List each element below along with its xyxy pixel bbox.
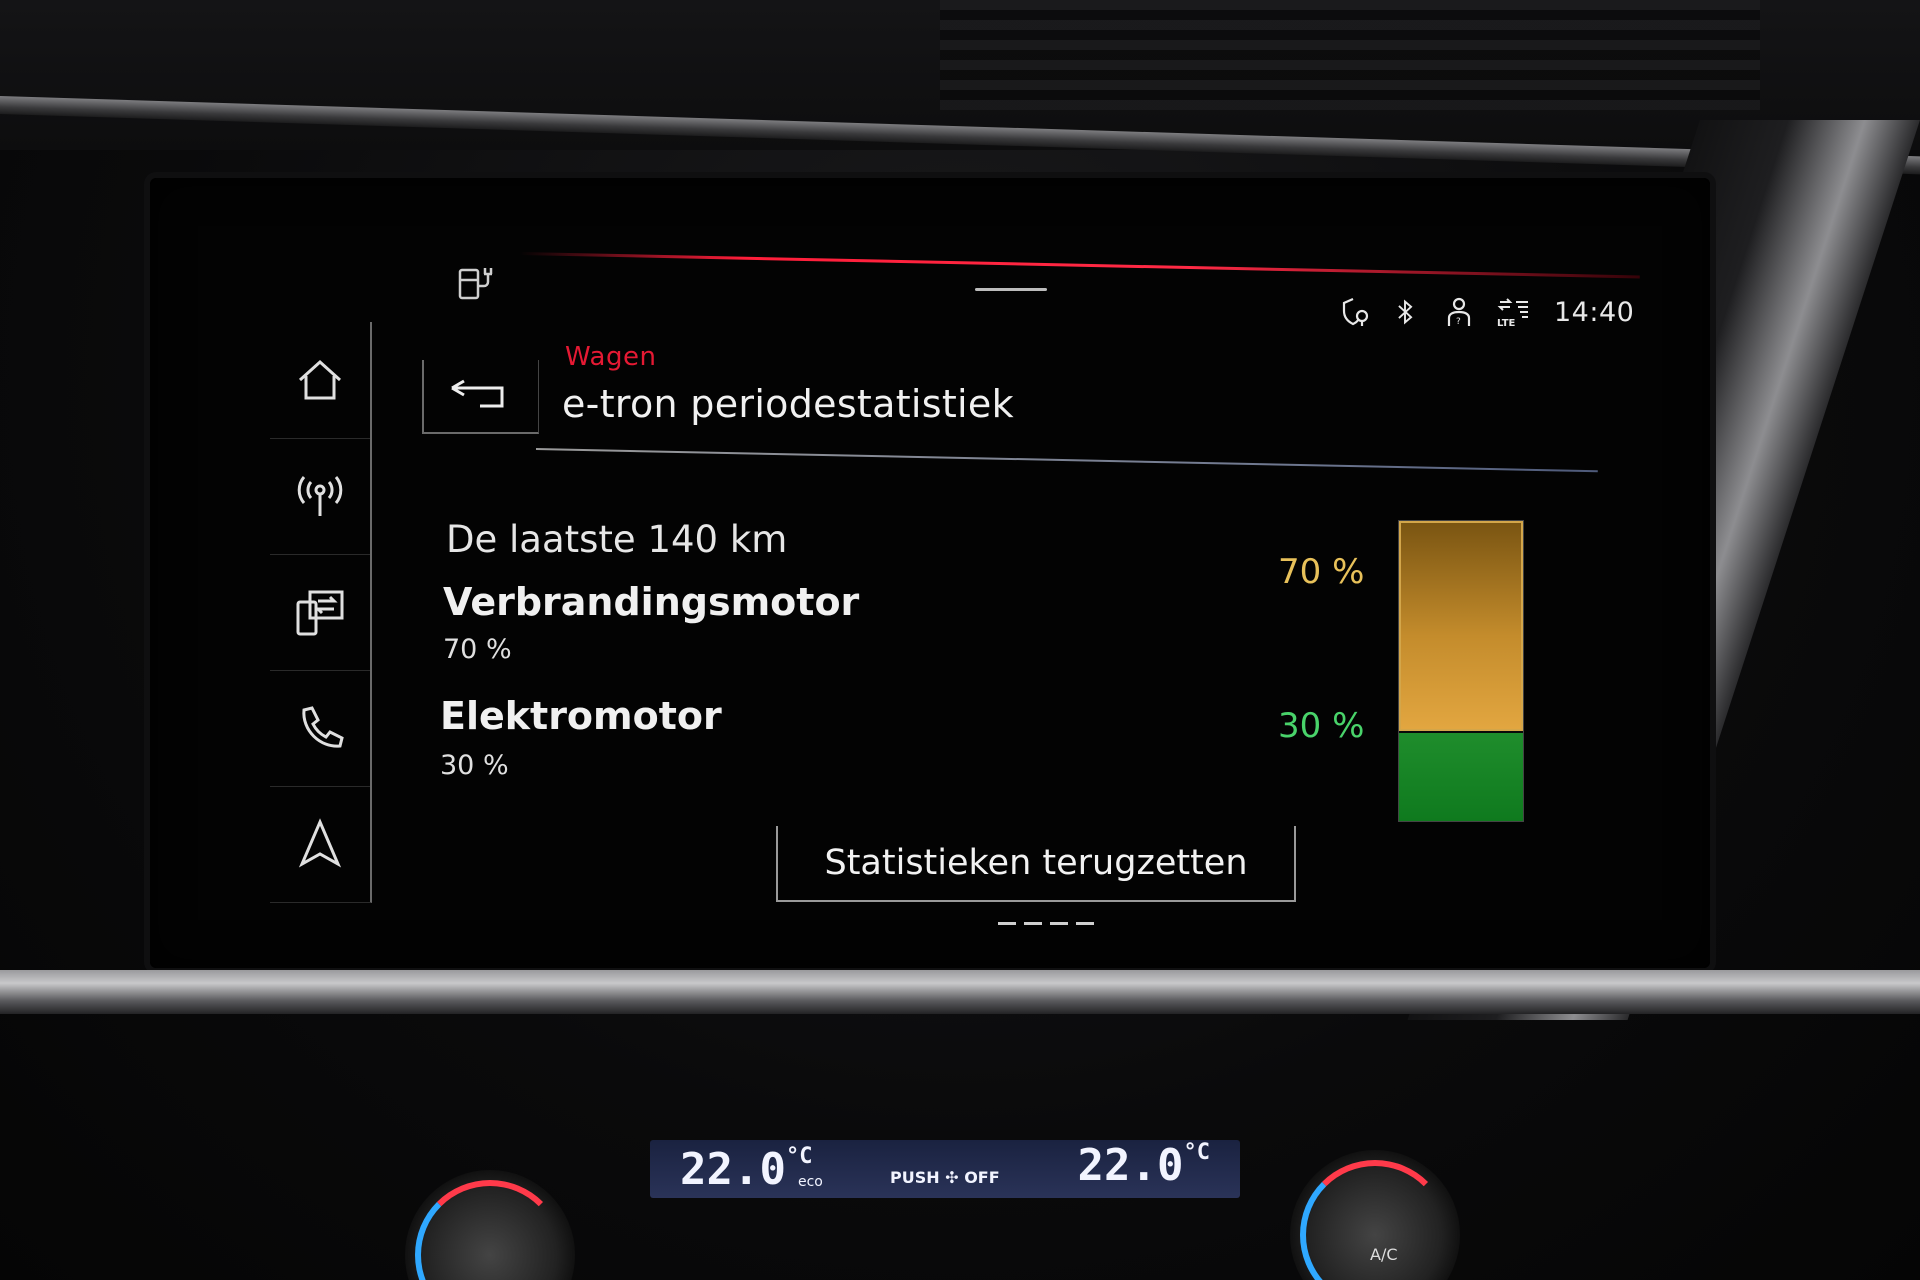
fan-icon: ✣ (945, 1168, 959, 1187)
sidebar-item-home[interactable] (270, 322, 372, 439)
lte-signal-icon: LTE (1496, 296, 1528, 329)
eco-label: eco (798, 1174, 823, 1190)
dashboard: ? LTE 14:40 Wagen e-tron periodestatisti… (0, 0, 1920, 1280)
status-accent-line (519, 252, 1640, 279)
electric-percent: 30 % (1278, 706, 1365, 746)
page-dot (1076, 922, 1094, 925)
breadcrumb[interactable]: Wagen (565, 342, 656, 372)
bottom-chrome-trim (0, 970, 1920, 1014)
sidebar-item-phone[interactable] (270, 670, 372, 787)
combustion-segment (1399, 521, 1523, 731)
air-vent (940, 0, 1760, 110)
right-temperature: 22.0°C (1077, 1140, 1210, 1191)
combustion-label: Verbrandingsmotor (443, 580, 860, 624)
sidebar-item-radio[interactable] (270, 438, 372, 555)
sidebar-item-navigation[interactable] (270, 786, 372, 903)
smartphone-interface-icon (296, 590, 344, 636)
back-button[interactable] (422, 360, 539, 434)
bluetooth-icon (1392, 296, 1422, 328)
electric-value: 30 % (440, 750, 509, 781)
clock: 14:40 (1554, 296, 1635, 328)
page-dot (1050, 922, 1068, 925)
home-icon (298, 359, 342, 400)
sidebar-item-phone-mirror[interactable] (270, 554, 372, 671)
page-dot (1024, 922, 1042, 925)
page-indicator (998, 922, 1094, 925)
electric-segment (1399, 731, 1523, 821)
distance-label: De laatste 140 km (446, 518, 788, 561)
location-shield-icon (1340, 296, 1370, 328)
navigation-arrow-icon (298, 818, 342, 868)
reset-statistics-button[interactable]: Statistieken terugzetten (776, 826, 1296, 902)
share-bar (1398, 520, 1524, 822)
back-arrow-icon (451, 379, 504, 408)
knob-ring (415, 1180, 565, 1280)
fan-push-off: PUSH ✣ OFF (890, 1168, 1000, 1187)
combustion-value: 70 % (443, 634, 512, 665)
electric-label: Elektromotor (440, 694, 722, 738)
page-dot (998, 922, 1016, 925)
infotainment-screen: ? LTE 14:40 Wagen e-tron periodestatisti… (190, 230, 1710, 960)
left-temperature-knob[interactable] (405, 1170, 575, 1280)
header-divider (535, 448, 1598, 473)
charge-station-icon (456, 264, 500, 304)
climate-display: 22.0°C eco PUSH ✣ OFF 22.0°C (650, 1140, 1240, 1198)
left-temperature: 22.0°C (680, 1144, 813, 1195)
phone-icon (302, 706, 344, 748)
page-title: e-tron periodestatistiek (562, 382, 1014, 426)
status-bar: ? LTE 14:40 (1340, 296, 1635, 329)
user-profile-icon: ? (1444, 296, 1474, 328)
combustion-percent: 70 % (1278, 552, 1365, 592)
lte-label: LTE (1497, 318, 1516, 328)
ac-button[interactable]: A/C (1370, 1245, 1398, 1264)
svg-text:?: ? (1456, 317, 1461, 327)
sidebar (270, 322, 372, 903)
pull-down-handle[interactable] (975, 288, 1047, 291)
radio-antenna-icon (297, 476, 343, 516)
